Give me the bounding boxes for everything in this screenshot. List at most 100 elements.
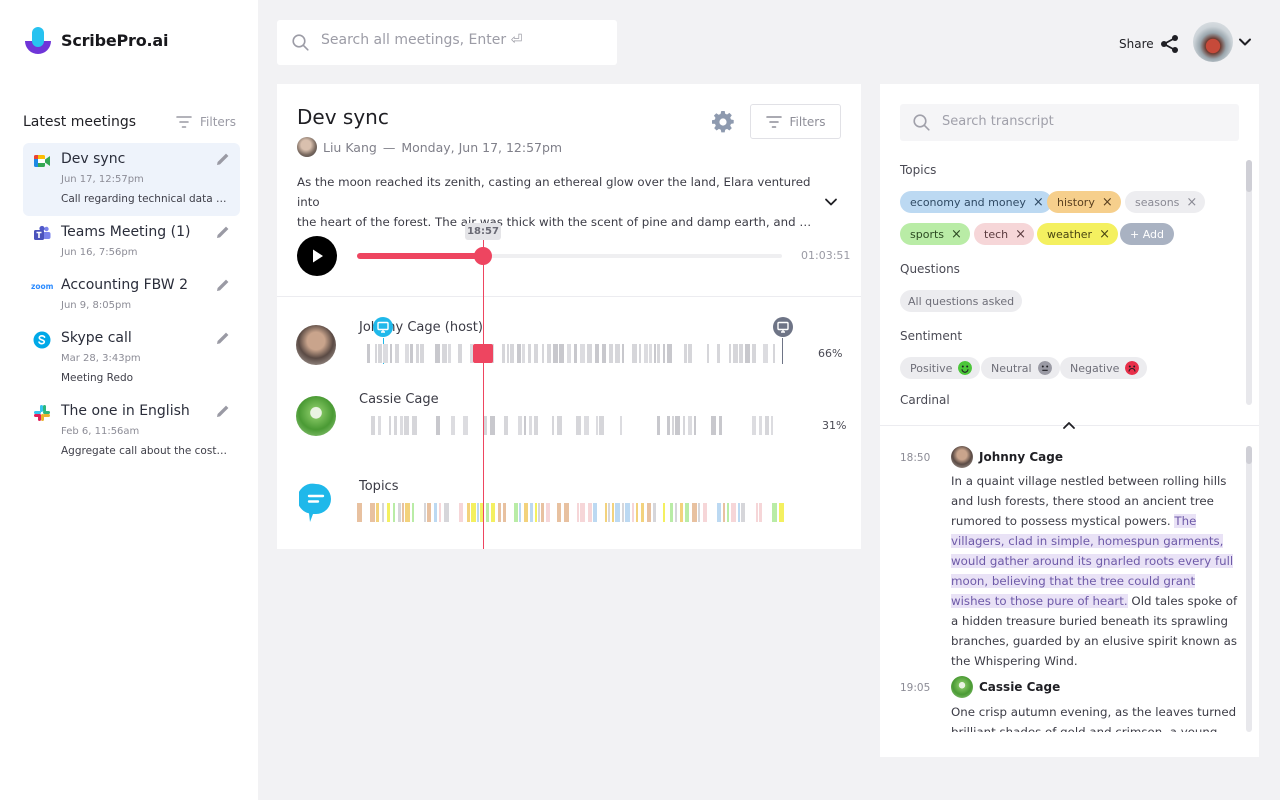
activity-segment [729,344,731,363]
topic-chip-weather[interactable]: weather × [1037,223,1118,245]
edit-pencil-icon[interactable] [216,404,230,418]
activity-segment [534,344,538,363]
activity-segment [759,416,762,435]
topic-segment [535,503,537,522]
meeting-item-skype-call[interactable]: Skype call Mar 28, 3:43pm Meeting Redo [23,322,240,395]
neutral-face-icon [1037,361,1052,375]
meeting-item-teams-meeting[interactable]: Teams Meeting (1) Jun 16, 7:56pm [23,216,240,269]
remove-topic-icon[interactable]: × [1033,196,1044,209]
segment-speaker-name: Cassie Cage [979,680,1061,694]
activity-segment [672,416,674,435]
topic-segment [741,503,745,522]
meeting-item-the-one-in-english[interactable]: The one in English Feb 6, 11:56am Aggreg… [23,395,240,468]
playhead-line [483,240,484,549]
topic-chip-label: tech [984,227,1009,241]
global-search-box [277,20,617,65]
activity-segment [383,344,388,363]
activity-segment [559,344,564,363]
meeting-item-accounting[interactable]: zoom Accounting FBW 2 Jun 9, 8:05pm [23,269,240,322]
topics-timeline[interactable] [357,503,784,522]
edit-pencil-icon[interactable] [216,152,230,166]
sentiment-neutral[interactable]: Neutral [981,357,1060,379]
chevron-down-icon[interactable] [1238,35,1252,49]
topic-chip-sports[interactable]: sports × [900,223,970,245]
meeting-item-dev-sync[interactable]: Dev sync Jun 17, 12:57pm Call regarding … [23,143,240,216]
meeting-filters-button[interactable]: Filters [750,104,841,139]
activity-segment [752,344,756,363]
activity-segment [448,344,451,363]
activity-segment [599,416,604,435]
play-button[interactable] [297,236,337,276]
speaker-activity-timeline[interactable] [357,416,782,435]
screen-share-marker-icon[interactable] [772,316,794,338]
topics-speech-bubble-icon [299,483,331,522]
edit-pencil-icon[interactable] [216,278,230,292]
share-button[interactable]: Share [1119,34,1180,54]
topic-chip-history[interactable]: history × [1047,191,1121,213]
activity-segment [584,416,589,435]
speaker-name: Cassie Cage [359,392,439,407]
meeting-title: Accounting FBW 2 [61,277,188,293]
topic-segment [779,503,784,522]
activity-segment [667,416,670,435]
global-search-input[interactable] [321,32,601,48]
remove-topic-icon[interactable]: × [951,228,962,241]
transcript-scrollbar-thumb[interactable] [1246,446,1252,464]
edit-pencil-icon[interactable] [216,225,230,239]
segment-time: 19:05 [900,682,931,694]
activity-segment [524,416,526,435]
topic-segment [625,503,630,522]
edit-pencil-icon[interactable] [216,331,230,345]
topic-segment [398,503,401,522]
transcript-scrollbar[interactable] [1246,446,1252,732]
expand-description-chevron-icon[interactable] [823,194,839,210]
remove-topic-icon[interactable]: × [1099,228,1110,241]
activity-segment [576,416,581,435]
add-topic-button[interactable]: + Add [1120,223,1175,245]
topic-chip-seasons[interactable]: seasons × [1125,191,1206,213]
segment-text: In a quaint village nestled between roll… [951,471,1238,671]
activity-segment [490,416,495,435]
sentiment-positive[interactable]: Positive [900,357,981,379]
gear-icon[interactable] [711,110,735,134]
sentiment-label: Positive [910,361,953,375]
screen-share-marker-icon[interactable] [372,316,394,338]
sentiment-negative[interactable]: Negative [1060,357,1148,379]
activity-segment [395,344,399,363]
topic-segment [405,503,410,522]
topic-segment [632,503,634,522]
transcript-scroll-area[interactable]: 18:50 Johnny Cage In a quaint village ne… [880,430,1240,732]
activity-segment [719,416,722,435]
activity-segment [771,416,773,435]
topic-segment [498,503,501,522]
remove-topic-icon[interactable]: × [1102,196,1113,209]
activity-segment [763,344,768,363]
activity-segment [615,344,620,363]
all-questions-pill[interactable]: All questions asked [900,290,1023,312]
filters-scrollbar[interactable] [1246,160,1252,405]
activity-segment [517,344,521,363]
topic-chip-economy[interactable]: economy and money × [900,191,1052,213]
segment-time: 18:50 [900,452,931,464]
playback-progress [357,253,483,259]
activity-segment [389,416,391,435]
meeting-datetime: Monday, Jun 17, 12:57pm [401,139,563,155]
transcript-search-input[interactable] [942,114,1222,129]
activity-segment [657,344,660,363]
user-avatar[interactable] [1193,22,1233,62]
happy-face-icon [958,361,973,375]
remove-topic-icon[interactable]: × [1186,196,1197,209]
play-icon [313,249,323,263]
speaker-avatar-johnny-cage [296,325,336,365]
activity-segment [420,344,424,363]
remove-topic-icon[interactable]: × [1015,228,1026,241]
sidebar-filters-button[interactable]: Filters [176,115,236,129]
topic-segment [393,503,395,522]
filters-scrollbar-thumb[interactable] [1246,160,1252,192]
topic-chip-tech[interactable]: tech × [974,223,1035,245]
topic-chip-label: sports [910,227,945,241]
topic-segment [636,503,638,522]
playback-knob[interactable] [474,247,492,265]
card-divider [277,296,861,297]
speaker-activity-timeline[interactable] [357,344,782,363]
